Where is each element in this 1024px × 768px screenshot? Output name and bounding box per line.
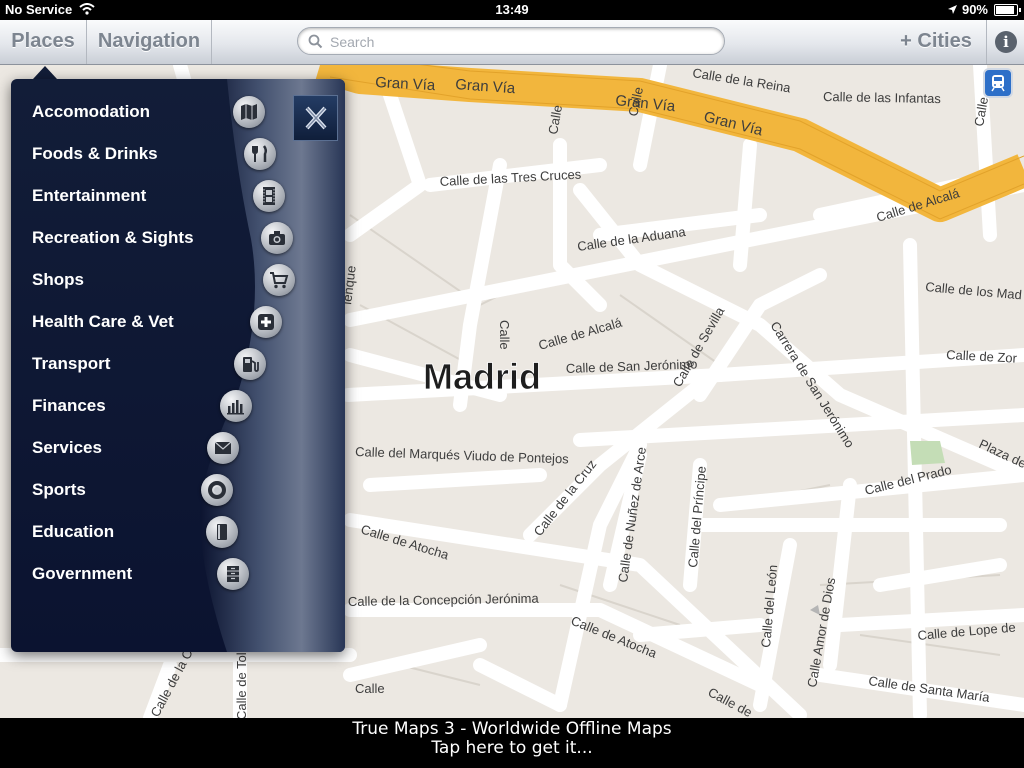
search-input[interactable]: [328, 31, 712, 53]
map-book-icon: [233, 96, 265, 128]
search-icon: [308, 34, 323, 49]
promo-banner[interactable]: True Maps 3 - Worldwide Offline Maps Tap…: [0, 718, 1024, 768]
category-item-education[interactable]: Education: [11, 511, 345, 553]
category-label: Government: [32, 564, 133, 583]
category-label: Shops: [32, 270, 84, 289]
clock: 13:49: [495, 2, 529, 17]
category-item-government[interactable]: Government: [11, 553, 345, 595]
film-icon: [253, 180, 285, 212]
train-icon: [991, 75, 1005, 92]
promo-title: True Maps 3 - Worldwide Offline Maps: [352, 719, 672, 739]
category-item-transport[interactable]: Transport: [11, 343, 345, 385]
category-label: Recreation & Sights: [32, 228, 194, 247]
category-label: Health Care & Vet: [32, 312, 174, 331]
category-label: Entertainment: [32, 186, 147, 205]
battery-fill: [996, 5, 1014, 14]
promo-call-to-action[interactable]: Tap here to get it...: [0, 738, 1024, 758]
category-label: Foods & Drinks: [32, 144, 158, 163]
street-label: Calle de las Infantas: [823, 89, 942, 106]
battery-percent: 90%: [961, 2, 988, 17]
battery-icon: [994, 3, 1021, 16]
category-label: Transport: [32, 354, 111, 373]
street-label: Gran Vía: [375, 74, 436, 94]
category-item-health-care-vet[interactable]: Health Care & Vet: [11, 301, 345, 343]
status-bar: No Service 13:49 90%: [0, 0, 1024, 20]
places-category-panel: Accomodation Foods & Drinks Entertainmen…: [11, 79, 345, 652]
category-item-recreation-sights[interactable]: Recreation & Sights: [11, 217, 345, 259]
category-item-sports[interactable]: Sports: [11, 469, 345, 511]
city-label: Madrid: [423, 356, 541, 397]
navigation-button[interactable]: Navigation: [87, 20, 212, 64]
life-ring-icon: [201, 474, 233, 506]
category-item-shops[interactable]: Shops: [11, 259, 345, 301]
info-button[interactable]: i: [986, 20, 1024, 64]
envelope-icon: [207, 432, 239, 464]
book-icon: [206, 516, 238, 548]
popover-arrow: [33, 66, 57, 79]
category-item-entertainment[interactable]: Entertainment: [11, 175, 345, 217]
shopping-cart-icon: [263, 264, 295, 296]
location-arrow-icon: [947, 5, 957, 14]
status-right: 90%: [947, 2, 1021, 17]
search-field[interactable]: [297, 27, 725, 55]
fork-knife-icon: [244, 138, 276, 170]
places-button[interactable]: Places: [0, 20, 87, 64]
fuel-pump-icon: [234, 348, 266, 380]
category-item-services[interactable]: Services: [11, 427, 345, 469]
top-toolbar: Places Navigation + Cities i: [0, 20, 1024, 65]
medical-cross-icon: [250, 306, 282, 338]
metro-station-icon[interactable]: [983, 68, 1013, 98]
info-icon: i: [995, 31, 1017, 53]
add-cities-button[interactable]: + Cities: [886, 20, 986, 64]
category-label: Education: [32, 522, 115, 541]
category-label: Services: [32, 438, 102, 457]
bar-chart-icon: [220, 390, 252, 422]
street-label: Calle: [355, 681, 385, 696]
street-label: Calle: [497, 320, 512, 350]
category-item-finances[interactable]: Finances: [11, 385, 345, 427]
category-label: Accomodation: [32, 102, 151, 121]
category-label: Sports: [32, 480, 86, 499]
cabinet-icon: [217, 558, 249, 590]
camera-icon: [261, 222, 293, 254]
category-item-accomodation[interactable]: Accomodation: [11, 91, 345, 133]
category-item-foods-drinks[interactable]: Foods & Drinks: [11, 133, 345, 175]
category-label: Finances: [32, 396, 106, 415]
